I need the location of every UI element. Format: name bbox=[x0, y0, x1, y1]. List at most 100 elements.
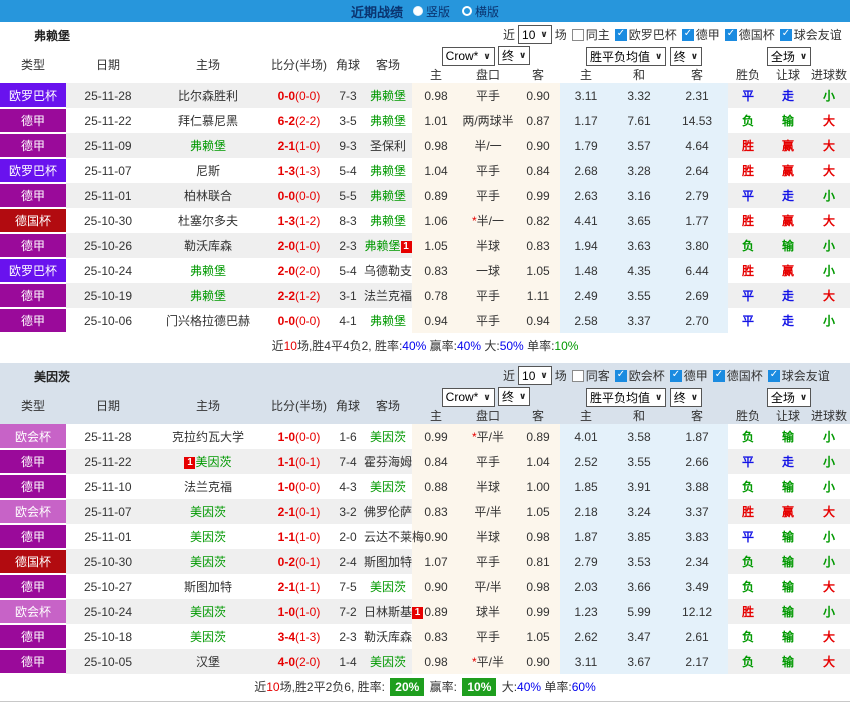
away-team-name: 弗赖堡 bbox=[369, 214, 406, 228]
checkbox-checked-icon[interactable] bbox=[669, 369, 682, 382]
same-venue-filter[interactable]: 同主 bbox=[571, 26, 610, 43]
home-team-name: 美因茨 bbox=[189, 530, 226, 544]
header-dropdown[interactable]: Crow* ∨ bbox=[441, 46, 495, 66]
home-team-cell: 克拉约瓦大学 bbox=[150, 424, 266, 449]
result-cell: 负 bbox=[742, 239, 755, 253]
avg-draw-cell: 3.32 bbox=[612, 83, 667, 108]
league-filter-label: 德国杯 bbox=[738, 28, 775, 42]
avg-win-cell: 3.11 bbox=[560, 649, 613, 674]
header-dropdown[interactable]: 全场 ∨ bbox=[766, 46, 812, 66]
away-team-cell: 弗赖堡 bbox=[364, 208, 412, 233]
match-date-cell: 25-10-30 bbox=[83, 554, 133, 569]
league-filter[interactable]: 德甲 bbox=[669, 367, 708, 384]
away-team-name: 日林斯基 bbox=[364, 605, 413, 619]
summary-segment: 40% bbox=[402, 339, 427, 353]
competition-type-cell: 德甲 bbox=[0, 283, 66, 309]
league-filter[interactable]: 欧会杯 bbox=[614, 367, 665, 384]
header-dropdown[interactable]: 胜平负均值 ∨ bbox=[586, 387, 667, 407]
competition-type-cell: 德甲 bbox=[0, 524, 66, 550]
column-header: 客场 bbox=[375, 399, 400, 413]
competition-type-cell: 德甲 bbox=[0, 308, 66, 334]
match-date-cell: 25-11-07 bbox=[84, 504, 132, 519]
score-cell: 1-3(1-2) bbox=[266, 208, 332, 233]
result-cell: 平 bbox=[742, 530, 755, 544]
radio-icon[interactable] bbox=[462, 6, 472, 16]
match-count-select[interactable]: 10 ∨ bbox=[518, 366, 552, 385]
corner-cell: 3-1 bbox=[339, 288, 357, 303]
layout-option-1[interactable]: 横版 bbox=[462, 3, 499, 20]
score-cell: 0-2(0-1) bbox=[266, 549, 332, 574]
goals-result-cell: 小 bbox=[823, 239, 836, 253]
league-filter[interactable]: 欧罗巴杯 bbox=[614, 26, 677, 43]
handicap-cell: 平手 bbox=[460, 83, 516, 108]
checkbox-checked-icon[interactable] bbox=[724, 28, 737, 41]
checkbox-checked-icon[interactable] bbox=[681, 28, 694, 41]
corner-cell: 1-4 bbox=[339, 654, 357, 669]
score-cell: 2-0(2-0) bbox=[266, 258, 332, 283]
home-odds-cell: 0.89 bbox=[412, 183, 460, 208]
avg-draw-cell: 3.91 bbox=[612, 474, 667, 499]
chevron-down-icon: ∨ bbox=[799, 50, 808, 61]
checkbox-checked-icon[interactable] bbox=[614, 369, 627, 382]
same-venue-filter[interactable]: 同客 bbox=[571, 367, 610, 384]
corner-cell: 2-3 bbox=[339, 238, 357, 253]
header-dropdown-value: Crow* bbox=[445, 390, 479, 405]
away-team-cell: 弗赖堡 bbox=[364, 308, 412, 333]
corner-cell: 4-1 bbox=[339, 313, 357, 328]
score-cell: 0-0(0-0) bbox=[266, 308, 332, 333]
checkbox-checked-icon[interactable] bbox=[712, 369, 725, 382]
home-odds-cell: 0.98 bbox=[412, 133, 460, 158]
result-cell: 胜 bbox=[742, 139, 755, 153]
league-filter-label: 欧罗巴杯 bbox=[628, 28, 677, 42]
header-dropdown[interactable]: Crow* ∨ bbox=[441, 387, 495, 407]
league-filter-label: 德甲 bbox=[695, 28, 720, 42]
league-filter[interactable]: 球会友谊 bbox=[779, 26, 842, 43]
goals-result-cell: 小 bbox=[823, 189, 836, 203]
chevron-down-icon: ∨ bbox=[799, 391, 808, 402]
header-dropdown[interactable]: 终 ∨ bbox=[498, 387, 531, 407]
handicap-cell: 平/半 bbox=[460, 499, 516, 524]
checkbox-icon[interactable] bbox=[571, 28, 584, 41]
checkbox-checked-icon[interactable] bbox=[767, 369, 780, 382]
league-filter[interactable]: 德国杯 bbox=[712, 367, 763, 384]
checkbox-checked-icon[interactable] bbox=[614, 28, 627, 41]
header-dropdown[interactable]: 终 ∨ bbox=[669, 46, 703, 66]
handicap-value: 平手 bbox=[475, 289, 500, 303]
sub-column-header: 和 bbox=[633, 68, 646, 82]
summary-segment: 40% bbox=[517, 680, 542, 694]
fulltime-score: 2-1 bbox=[277, 504, 295, 519]
sub-column-header: 胜负 bbox=[736, 68, 761, 82]
header-dropdown[interactable]: 终 ∨ bbox=[498, 46, 531, 66]
league-filter[interactable]: 德国杯 bbox=[724, 26, 775, 43]
league-filter[interactable]: 德甲 bbox=[681, 26, 720, 43]
sub-column-header: 客 bbox=[691, 409, 704, 423]
away-odds-cell: 1.04 bbox=[516, 449, 561, 474]
header-dropdown[interactable]: 终 ∨ bbox=[669, 387, 703, 407]
result-cell: 负 bbox=[742, 430, 755, 444]
handicap-cell: 平手 bbox=[460, 158, 516, 183]
away-team-cell: 弗赖堡 bbox=[364, 83, 412, 108]
match-count-select[interactable]: 10 ∨ bbox=[518, 25, 552, 44]
handicap-value: 平手 bbox=[475, 189, 500, 203]
header-dropdown[interactable]: 胜平负均值 ∨ bbox=[586, 46, 667, 66]
fulltime-score: 0-0 bbox=[277, 313, 295, 328]
team-sections: 弗赖堡近10∨场同主欧罗巴杯德甲德国杯球会友谊类型日期主场比分(半场)角球客场C… bbox=[0, 22, 850, 700]
avg-draw-cell: 3.16 bbox=[612, 183, 667, 208]
checkbox-icon[interactable] bbox=[571, 369, 584, 382]
checkbox-checked-icon[interactable] bbox=[779, 28, 792, 41]
home-team-cell: 美因茨 bbox=[150, 624, 266, 649]
halftime-score: (1-1) bbox=[295, 579, 321, 594]
score-cell: 3-4(1-3) bbox=[266, 624, 332, 649]
chevron-down-icon: ∨ bbox=[655, 50, 663, 61]
avg-win-cell: 1.23 bbox=[560, 599, 613, 624]
away-team-name: 勒沃库森 bbox=[364, 630, 413, 644]
avg-lose-cell: 2.70 bbox=[666, 308, 729, 333]
layout-option-0[interactable]: 竖版 bbox=[412, 3, 450, 20]
avg-draw-cell: 3.85 bbox=[612, 524, 667, 549]
match-date-cell: 25-10-18 bbox=[83, 629, 133, 644]
match-date-cell: 25-10-06 bbox=[83, 313, 133, 328]
header-dropdown[interactable]: 全场 ∨ bbox=[766, 387, 812, 407]
league-filter[interactable]: 球会友谊 bbox=[767, 367, 830, 384]
radio-icon[interactable] bbox=[412, 6, 423, 16]
goals-result-cell: 小 bbox=[823, 430, 836, 444]
